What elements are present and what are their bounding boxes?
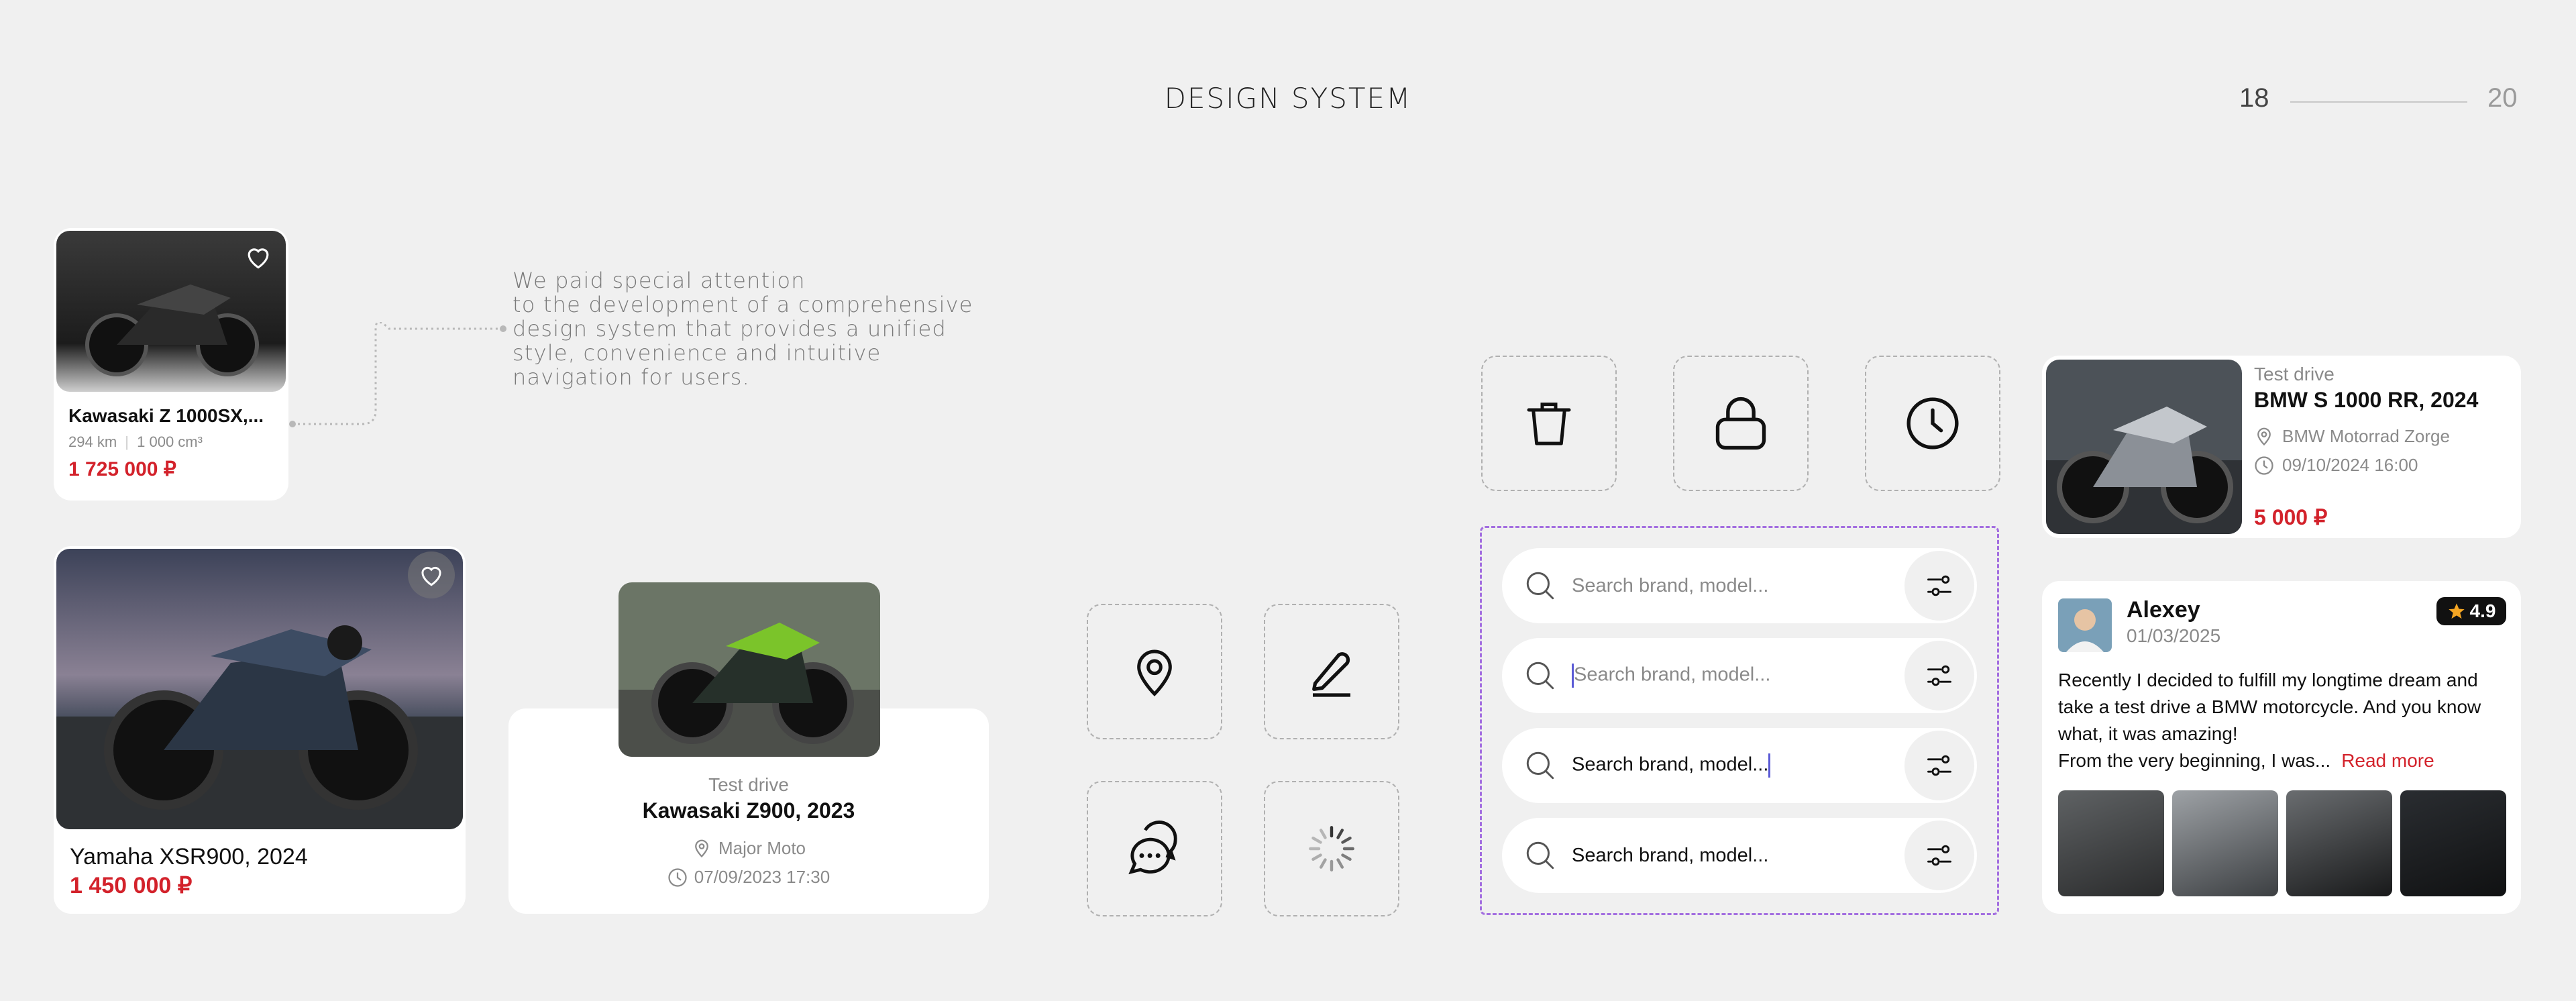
description-line: to the development of a comprehensive: [513, 292, 973, 317]
review-photo[interactable]: [2286, 790, 2392, 896]
chat-icon: [1128, 821, 1177, 875]
page-title: DESIGN SYSTEM: [1164, 82, 1412, 115]
location-tile[interactable]: [1087, 604, 1222, 739]
search-input[interactable]: Search brand, model...: [1572, 845, 1904, 867]
edit-tile[interactable]: [1264, 604, 1399, 739]
text-caret: [1768, 753, 1771, 778]
clock-icon: [2255, 456, 2273, 475]
review-author: Alexey: [2127, 597, 2200, 623]
review-text: Recently I decided to fulfill my longtim…: [2058, 667, 2514, 774]
location-pin-icon: [1137, 649, 1172, 696]
trash-icon: [1527, 403, 1571, 445]
testdrive-datetime: 09/10/2024 16:00: [2254, 455, 2418, 476]
search-input[interactable]: Search brand, model...: [1572, 753, 1904, 778]
location-text: Major Moto: [718, 837, 806, 858]
search-input[interactable]: Search brand, model...: [1572, 575, 1904, 597]
listing-price: 1 725 000 ₽: [68, 458, 176, 480]
search-icon: [1526, 572, 1554, 600]
search-placeholder: Search brand, model...: [1574, 664, 1771, 686]
review-line: Recently I decided to fulfill my longtim…: [2058, 670, 2478, 690]
search-bar-filled[interactable]: Search brand, model...: [1502, 818, 1977, 893]
clock-icon: [1907, 397, 1959, 450]
review-photo[interactable]: [2058, 790, 2164, 896]
search-bar-default[interactable]: Search brand, model...: [1502, 548, 1977, 623]
favorite-heart-icon[interactable]: [241, 240, 275, 274]
review-line: From the very beginning, I was...: [2058, 750, 2331, 771]
filter-icon: [1927, 575, 1951, 596]
clock-icon: [668, 867, 687, 887]
review-photo[interactable]: [2172, 790, 2278, 896]
location-pin-icon: [695, 839, 708, 858]
testdrive-card-right[interactable]: Test drive BMW S 1000 RR, 2024 BMW Motor…: [2042, 356, 2521, 538]
page-current: 18: [2239, 83, 2269, 113]
motorcycle-photo: [2046, 360, 2242, 534]
clock-tile[interactable]: [1865, 356, 2000, 491]
description-line: style, convenience and intuitive: [513, 340, 881, 366]
review-photo[interactable]: [2400, 790, 2506, 896]
testdrive-datetime: 07/09/2023 17:30: [508, 867, 989, 888]
review-date: 01/03/2025: [2127, 625, 2221, 646]
description-line: navigation for users.: [513, 364, 751, 390]
review-line: take a test drive a BMW motorcycle. And …: [2058, 696, 2481, 717]
rating-badge: 4.9: [2436, 597, 2506, 625]
listing-volume: 1 000 cm³: [137, 433, 203, 450]
avatar: [2058, 598, 2112, 652]
search-icon: [1526, 662, 1554, 690]
datetime-text: 07/09/2023 17:30: [694, 867, 830, 887]
trash-tile[interactable]: [1481, 356, 1617, 491]
filter-button[interactable]: [1904, 821, 1974, 890]
read-more-link[interactable]: Read more: [2341, 750, 2434, 771]
description-line: design system that provides a unified: [513, 316, 947, 341]
spinner-icon: [1309, 826, 1354, 872]
filter-button[interactable]: [1904, 731, 1974, 800]
location-pin-icon: [2257, 427, 2271, 446]
listing-title: Yamaha XSR900, 2024: [70, 844, 308, 870]
listing-mileage: 294 km: [68, 433, 117, 450]
filter-icon: [1927, 755, 1951, 776]
page-progress-line: [2290, 101, 2467, 103]
review-line: what, it was amazing!: [2058, 723, 2238, 744]
listing-price: 1 450 000 ₽: [70, 873, 193, 898]
review-card[interactable]: Alexey 01/03/2025 4.9 Recently I decided…: [2042, 581, 2521, 914]
pencil-icon: [1312, 652, 1350, 697]
search-value: Search brand, model...: [1572, 753, 1769, 776]
search-icon: [1526, 751, 1554, 780]
search-states-frame: Search brand, model... Search brand, mod…: [1480, 526, 1999, 915]
connector-line: [289, 322, 506, 427]
motorcycle-photo: [56, 549, 463, 829]
filter-button[interactable]: [1904, 551, 1974, 621]
listing-title: Kawasaki Z 1000SX,...: [68, 405, 264, 426]
description-line: We paid special attention: [513, 268, 806, 293]
page-total: 20: [2487, 83, 2518, 113]
search-bar-typing[interactable]: Search brand, model...: [1502, 728, 1977, 803]
testdrive-price: 5 000 ₽: [2254, 505, 2328, 529]
listing-card-small[interactable]: Kawasaki Z 1000SX,... 294 km | 1 000 cm³…: [54, 228, 288, 500]
datetime-text: 09/10/2024 16:00: [2282, 455, 2418, 475]
listing-specs: 294 km | 1 000 cm³: [68, 433, 203, 450]
design-description: We paid special attention to the develop…: [513, 268, 973, 389]
listing-card-large[interactable]: Yamaha XSR900, 2024 1 450 000 ₽: [54, 546, 466, 914]
review-photos: [2058, 790, 2506, 896]
search-input[interactable]: Search brand, model...: [1572, 664, 1904, 688]
search-bar-focused[interactable]: Search brand, model...: [1502, 638, 1977, 713]
testdrive-title: Kawasaki Z900, 2023: [642, 798, 855, 823]
testdrive-location: BMW Motorrad Zorge: [2254, 425, 2450, 447]
filter-icon: [1927, 845, 1951, 866]
rating-value: 4.9: [2469, 600, 2496, 621]
search-icon: [1526, 841, 1554, 870]
loading-tile: [1264, 781, 1399, 916]
testdrive-label: Test drive: [2254, 364, 2334, 384]
filter-icon: [1927, 665, 1951, 686]
location-text: BMW Motorrad Zorge: [2282, 425, 2450, 446]
filter-button[interactable]: [1904, 641, 1974, 710]
lock-icon: [1715, 397, 1766, 450]
chat-tile[interactable]: [1087, 781, 1222, 916]
star-icon: [2448, 603, 2465, 619]
testdrive-location: Major Moto: [508, 837, 989, 859]
motorcycle-photo: [619, 582, 880, 757]
lock-tile[interactable]: [1673, 356, 1809, 491]
testdrive-label: Test drive: [708, 774, 789, 795]
favorite-heart-icon[interactable]: [408, 551, 455, 598]
testdrive-title: BMW S 1000 RR, 2024: [2254, 388, 2479, 412]
